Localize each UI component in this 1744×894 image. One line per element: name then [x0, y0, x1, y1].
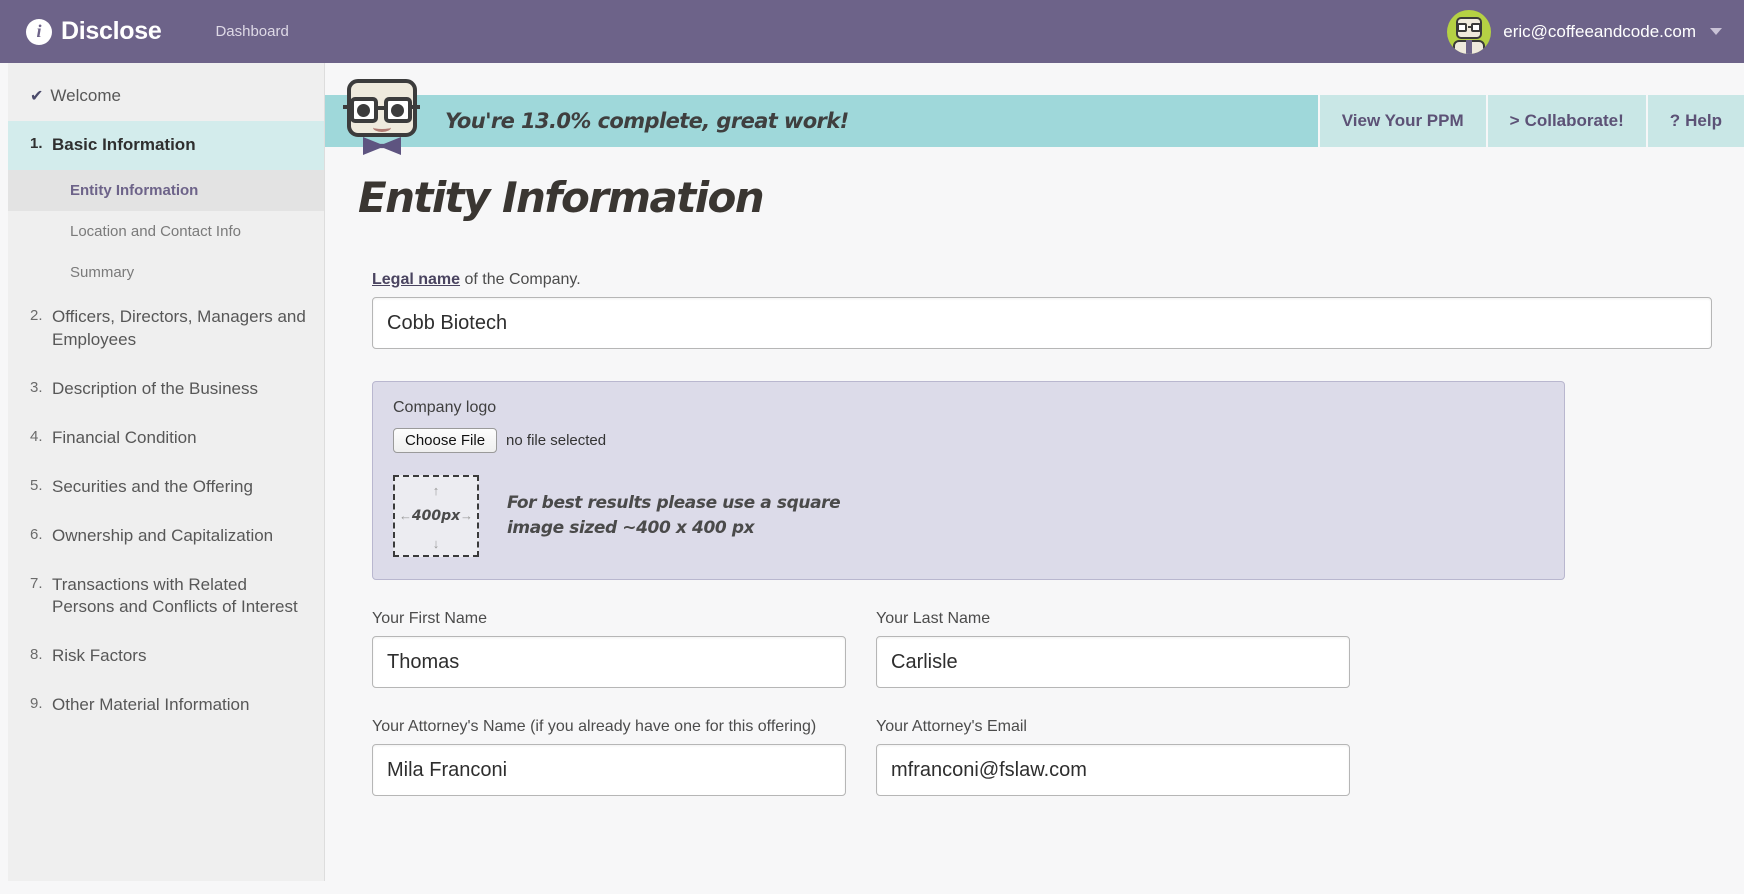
sidebar-item-entity-information[interactable]: Entity Information [8, 169, 324, 211]
sidebar-item-transactions-related-persons[interactable]: 7. Transactions with Related Persons and … [8, 561, 324, 633]
mascot-icon [337, 75, 427, 161]
view-ppm-label: View Your PPM [1341, 111, 1464, 130]
attorney-fields-row: Your Attorney's Name (if you already hav… [372, 718, 1712, 796]
first-name-field-group: Your First Name [372, 610, 846, 688]
first-name-label: Your First Name [372, 610, 487, 627]
brand-name: Disclose [61, 17, 162, 45]
file-status-text: no file selected [506, 432, 607, 449]
sidebar-item-label: Ownership and Capitalization [52, 525, 274, 545]
choose-file-button[interactable]: Choose File [393, 428, 498, 453]
attorney-email-input[interactable] [876, 744, 1350, 796]
arrow-right-icon: → [460, 508, 473, 523]
sidebar-item-officers-directors[interactable]: 2. Officers, Directors, Managers and Empl… [8, 293, 324, 365]
legal-name-label: Legal name of the Company. [372, 271, 1712, 289]
attorney-name-input[interactable] [372, 744, 846, 796]
legal-name-field-group: Legal name of the Company. [372, 271, 1712, 349]
sidebar-item-summary[interactable]: Summary [8, 252, 324, 293]
sidebar-item-label: Other Material Information [52, 695, 250, 715]
name-fields-row: Your First Name Your Last Name [372, 610, 1712, 688]
legal-name-input[interactable] [372, 297, 1712, 349]
first-name-input[interactable] [372, 636, 846, 688]
sidebar-item-number: 1. [30, 134, 43, 152]
sidebar-item-welcome[interactable]: ✔ Welcome [8, 63, 324, 121]
collaborate-label: Collaborate! [1524, 111, 1624, 130]
sidebar-item-number: 3. [30, 378, 43, 396]
sidebar-item-location-and-contact-info[interactable]: Location and Contact Info [8, 211, 324, 252]
progress-message: You're 13.0% complete, great work! [445, 109, 849, 133]
info-circle-icon: i [26, 18, 52, 45]
attorney-name-label: Your Attorney's Name (if you already hav… [372, 718, 817, 735]
sidebar-item-number: 2. [30, 306, 43, 324]
sidebar-item-number: 7. [30, 574, 43, 592]
top-navigation-bar: i Disclose Dashboard eric@coffeeandcode.… [0, 0, 1744, 63]
sidebar-item-label: Securities and the Offering [52, 476, 253, 496]
sidebar-item-number: 6. [30, 525, 43, 543]
sidebar-item-number: 5. [30, 476, 43, 494]
company-logo-label: Company logo [393, 399, 497, 416]
logo-hint-line-1: For best results please use a square [507, 492, 841, 513]
legal-name-link[interactable]: Legal name [372, 271, 460, 288]
user-menu[interactable]: eric@coffeeandcode.com [1447, 0, 1722, 63]
arrow-down-icon: ↓ [432, 536, 440, 551]
sidebar-item-description-of-the-business[interactable]: 3. Description of the Business [8, 365, 324, 414]
chevron-down-icon[interactable] [1710, 28, 1722, 35]
sidebar-item-label: Transactions with Related Persons and Co… [52, 574, 298, 617]
logo-hint-text: For best results please use a square ima… [507, 491, 841, 542]
user-email: eric@coffeeandcode.com [1503, 21, 1696, 41]
nav-link-dashboard[interactable]: Dashboard [215, 23, 288, 40]
page-title: Entity Information [358, 173, 765, 222]
check-icon: ✔ [30, 87, 44, 105]
help-label: Help [1685, 111, 1722, 130]
last-name-input[interactable] [876, 636, 1350, 688]
collaborate-button[interactable]: > Collaborate! [1485, 95, 1646, 147]
entity-information-form: Legal name of the Company. Company logo … [372, 271, 1712, 796]
banner-actions: View Your PPM > Collaborate! ? Help [1317, 95, 1744, 147]
sidebar-item-risk-factors[interactable]: 8. Risk Factors [8, 632, 324, 681]
sidebar-item-label: Officers, Directors, Managers and Employ… [52, 306, 306, 349]
sidebar-item-financial-condition[interactable]: 4. Financial Condition [8, 414, 324, 463]
last-name-label: Your Last Name [876, 610, 991, 627]
sidebar-item-securities-and-the-offering[interactable]: 5. Securities and the Offering [8, 463, 324, 512]
help-button[interactable]: ? Help [1645, 95, 1744, 147]
sidebar-item-label: Financial Condition [52, 427, 197, 447]
avatar [1447, 9, 1492, 54]
chevron-right-icon: > [1509, 111, 1520, 130]
legal-name-label-rest: of the Company. [460, 271, 581, 288]
arrow-up-icon: ↑ [432, 483, 440, 498]
sidebar-item-basic-information[interactable]: 1. Basic Information [8, 120, 324, 170]
attorney-email-label: Your Attorney's Email [876, 718, 1027, 735]
sidebar: ✔ Welcome 1. Basic Information Entity Inf… [8, 63, 325, 881]
brand-logo[interactable]: i Disclose [26, 17, 162, 46]
sidebar-item-label: Basic Information [52, 134, 196, 154]
question-mark-icon: ? [1669, 111, 1681, 130]
view-your-ppm-button[interactable]: View Your PPM [1317, 95, 1486, 147]
company-logo-panel: Company logo Choose File no file selecte… [372, 381, 1565, 580]
sidebar-item-label: Welcome [50, 86, 121, 105]
sidebar-item-number: 4. [30, 427, 43, 445]
progress-banner: You're 13.0% complete, great work! View … [325, 79, 1744, 155]
attorney-email-field-group: Your Attorney's Email [876, 718, 1350, 796]
logo-hint-row: ↑ ← 400px → ↓ For best results please us… [393, 475, 1544, 557]
main-content: You're 13.0% complete, great work! View … [325, 63, 1744, 894]
last-name-field-group: Your Last Name [876, 610, 1350, 688]
sidebar-item-number: 9. [30, 695, 43, 713]
sidebar-item-other-material-information[interactable]: 9. Other Material Information [8, 681, 324, 730]
sidebar-item-label: Description of the Business [52, 378, 258, 398]
image-size-placeholder: ↑ ← 400px → ↓ [393, 475, 479, 557]
file-upload-row: Choose File no file selected [393, 428, 1544, 453]
sidebar-item-ownership-and-capitalization[interactable]: 6. Ownership and Capitalization [8, 512, 324, 561]
attorney-name-field-group: Your Attorney's Name (if you already hav… [372, 718, 846, 796]
sidebar-item-label: Risk Factors [52, 646, 147, 666]
sidebar-item-number: 8. [30, 646, 43, 664]
logo-hint-line-2: image sized ~400 x 400 px [507, 518, 755, 538]
